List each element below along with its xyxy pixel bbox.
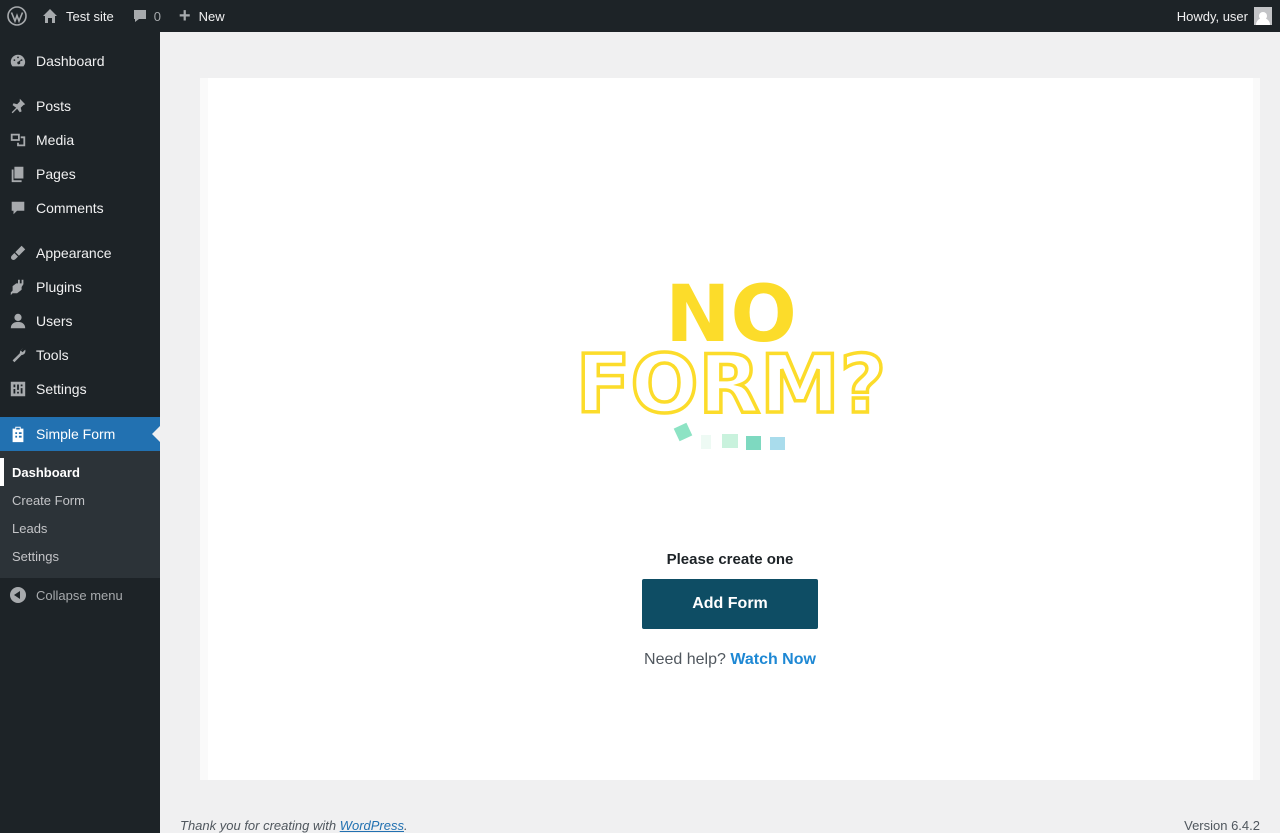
user-account-menu[interactable]: Howdy, user [1177,0,1280,32]
watch-now-link[interactable]: Watch Now [730,651,816,668]
create-prompt: Please create one [666,551,794,568]
confetti-square [722,434,738,448]
admin-bar: Test site 0 + New Howdy, user [0,0,1280,32]
submenu-create-form[interactable]: Create Form [0,486,160,514]
home-icon [43,9,57,23]
menu-plugins[interactable]: Plugins [0,270,160,304]
site-name-link[interactable]: Test site [34,0,122,32]
footer-thanks: Thank you for creating with WordPress. [180,818,408,833]
new-label: New [198,8,225,24]
menu-users[interactable]: Users [0,304,160,338]
wordpress-link[interactable]: WordPress [340,818,404,833]
dashboard-icon [0,52,36,70]
help-line: Need help? Watch Now [200,651,1260,669]
submenu-settings[interactable]: Settings [0,542,160,570]
pages-icon [0,165,36,183]
howdy-text: Howdy, user [1176,8,1248,24]
user-icon [0,312,36,330]
menu-tools[interactable]: Tools [0,338,160,372]
plugin-icon [0,278,36,296]
submenu-leads[interactable]: Leads [0,514,160,542]
collapse-menu-button[interactable]: Collapse menu [0,578,160,612]
illustration-form-text: FORM? [576,338,886,431]
comment-icon [0,199,36,217]
menu-appearance[interactable]: Appearance [0,236,160,270]
confetti-square [701,435,711,449]
current-menu-arrow [152,426,160,442]
version-text: Version 6.4.2 [1184,818,1260,833]
confetti-square [770,437,785,450]
collapse-arrow-icon [10,587,26,603]
menu-dashboard[interactable]: Dashboard [0,44,160,78]
new-content-link[interactable]: + New [171,0,233,32]
comment-icon [133,10,146,22]
clipboard-icon [0,425,36,443]
submenu-dashboard[interactable]: Dashboard [0,458,160,486]
menu-pages[interactable]: Pages [0,157,160,191]
comments-count: 0 [153,8,161,24]
wrench-icon [0,346,36,364]
menu-simple-form[interactable]: Simple Form [0,417,160,451]
plus-icon: + [178,5,191,27]
media-icon [0,131,36,149]
menu-comments[interactable]: Comments [0,191,160,225]
comments-link[interactable]: 0 [122,0,171,32]
menu-settings[interactable]: Settings [0,372,160,406]
no-form-illustration: NO FORM? [556,185,906,520]
menu-media[interactable]: Media [0,123,160,157]
settings-icon [0,380,36,398]
help-text: Need help? [644,651,726,668]
brush-icon [0,244,36,262]
wordpress-logo-icon[interactable] [0,0,34,32]
site-name: Test site [66,8,114,24]
confetti-square [746,436,761,450]
admin-sidebar: Dashboard Posts Media Pages Comments App… [0,32,160,833]
simple-form-submenu: Dashboard Create Form Leads Settings [0,451,160,578]
add-form-button[interactable]: Add Form [642,579,818,629]
avatar [1254,7,1272,25]
menu-posts[interactable]: Posts [0,89,160,123]
pin-icon [0,97,36,115]
